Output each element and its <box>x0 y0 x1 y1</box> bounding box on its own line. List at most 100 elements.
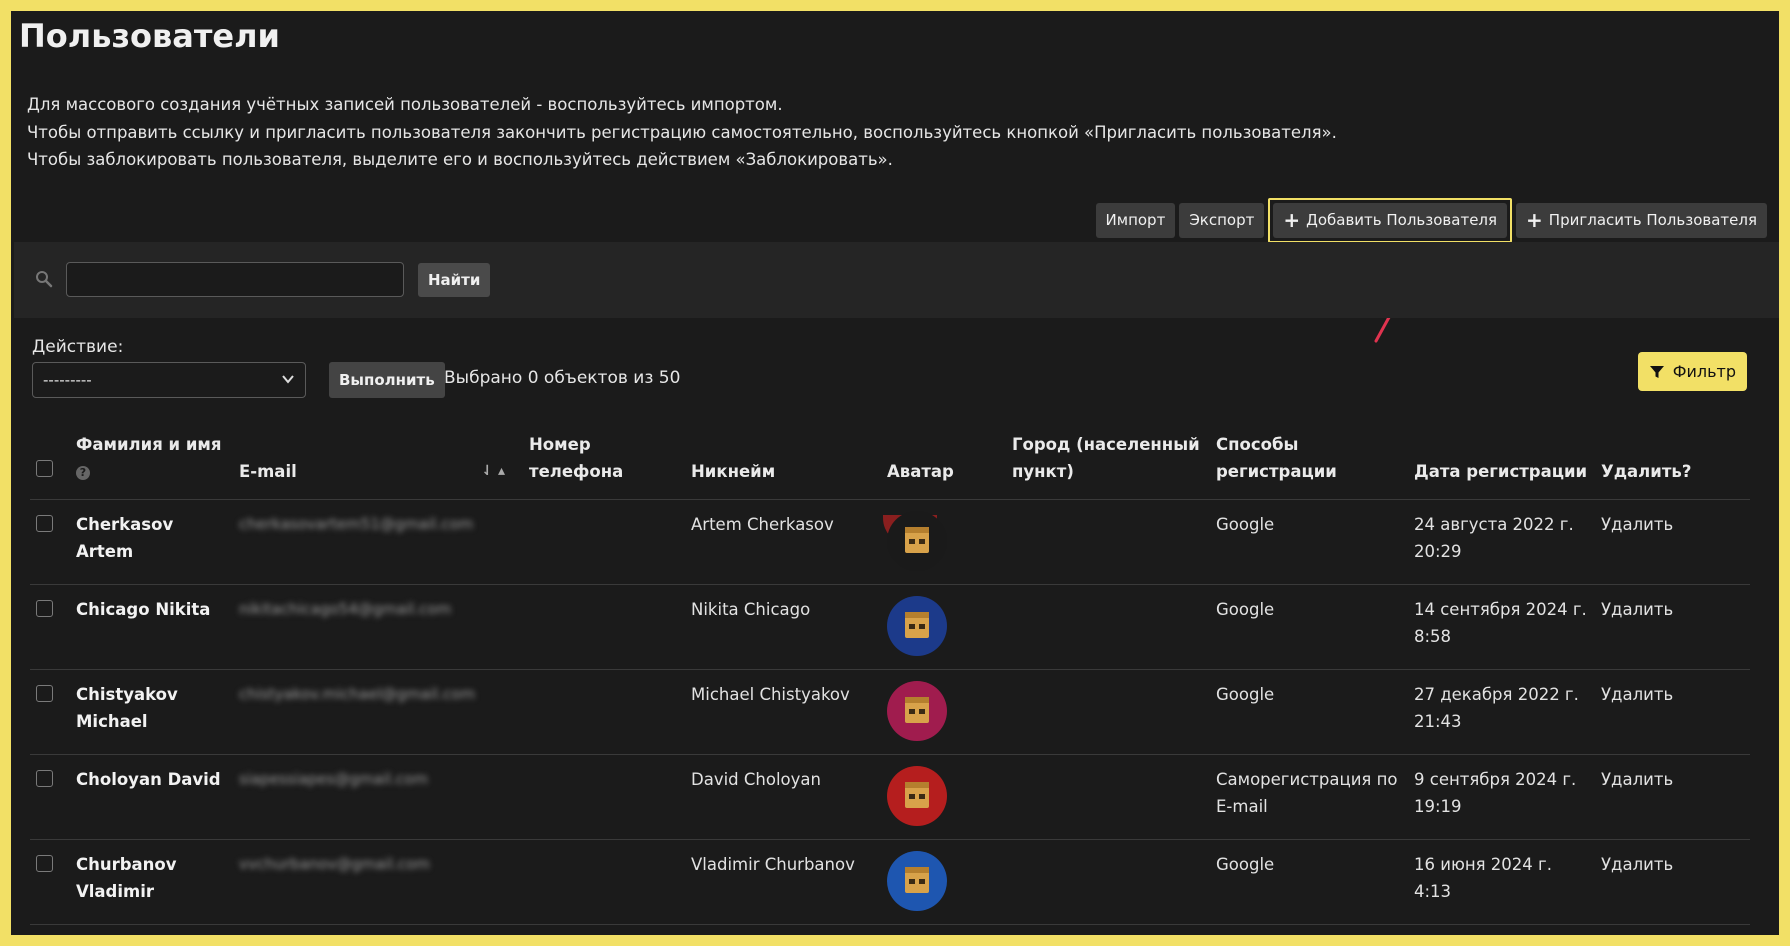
user-registration-method: Google <box>1210 499 1408 585</box>
help-text: Для массового создания учётных записей п… <box>27 91 1337 174</box>
user-city <box>1006 499 1210 585</box>
add-user-label: Добавить Пользователя <box>1306 211 1498 229</box>
user-nickname: David Choloyan <box>685 754 881 840</box>
user-phone <box>523 499 685 585</box>
table-row[interactable]: Churbanov Vladimir vvchurbanov@gmail.com V… <box>30 839 1750 925</box>
invite-user-label: Пригласить Пользователя <box>1548 211 1757 229</box>
help-line-block: Чтобы заблокировать пользователя, выдели… <box>27 150 893 169</box>
row-checkbox[interactable] <box>36 685 53 702</box>
avatar <box>887 511 947 571</box>
row-checkbox[interactable] <box>36 515 53 532</box>
export-button[interactable]: Экспорт <box>1179 203 1265 238</box>
user-nickname: Michael Chistyakov <box>685 669 881 755</box>
user-registration-method: Саморегистрация по E-mail <box>1210 754 1408 840</box>
user-registration-date: 24 августа 2022 г. 20:29 <box>1408 499 1595 585</box>
admin-frame: Пользователи Для массового создания учёт… <box>11 11 1779 935</box>
avatar <box>887 681 947 741</box>
column-header-email[interactable]: E-mail ⇃ ▴ <box>233 431 523 500</box>
user-phone <box>523 839 685 925</box>
select-all-checkbox[interactable] <box>36 460 53 477</box>
row-checkbox[interactable] <box>36 600 53 617</box>
user-email: nikitachicago54@gmail.com <box>233 584 523 670</box>
user-registration-date: 27 декабря 2022 г. 21:43 <box>1408 669 1595 755</box>
column-header-city[interactable]: Город (населенный пункт) <box>1006 431 1210 500</box>
sort-icon[interactable]: ⇃ ▴ <box>481 458 505 485</box>
column-header-avatar[interactable]: Аватар <box>881 431 1006 500</box>
user-name-link[interactable]: Chicago Nikita <box>70 584 233 670</box>
action-select-value: --------- <box>43 371 92 389</box>
user-registration-date: 9 сентября 2024 г. 19:19 <box>1408 754 1595 840</box>
chevron-down-icon <box>282 375 294 384</box>
user-nickname: Vladimir Churbanov <box>685 839 881 925</box>
user-registration-date: 16 июня 2024 г. 4:13 <box>1408 839 1595 925</box>
avatar <box>887 851 947 911</box>
user-email: chistyakov.michael@gmail.com <box>233 669 523 755</box>
row-select-cell <box>30 754 70 840</box>
search-input[interactable] <box>66 262 404 297</box>
avatar <box>887 596 947 656</box>
invite-user-button[interactable]: + Пригласить Пользователя <box>1516 203 1767 238</box>
delete-link[interactable]: Удалить <box>1595 669 1750 755</box>
delete-link[interactable]: Удалить <box>1595 839 1750 925</box>
select-all-cell <box>30 431 70 500</box>
user-name-link[interactable]: Chistyakov Michael <box>70 669 233 755</box>
search-bar: Найти <box>14 242 1779 318</box>
row-checkbox[interactable] <box>36 855 53 872</box>
column-header-registration-date[interactable]: Дата регистрации <box>1408 431 1595 500</box>
page-title: Пользователи <box>19 17 280 55</box>
user-phone <box>523 754 685 840</box>
table-header-row: Фамилия и имя ? E-mail ⇃ ▴ Номер телефон… <box>30 431 1750 500</box>
user-name-link[interactable]: Choloyan David <box>70 754 233 840</box>
filter-icon <box>1649 365 1664 378</box>
plus-icon: + <box>1526 208 1543 232</box>
user-name-link[interactable]: Cherkasov Artem <box>70 499 233 585</box>
table-row[interactable]: Chistyakov Michael chistyakov.michael@gma… <box>30 669 1750 755</box>
action-label: Действие: <box>32 337 124 357</box>
user-nickname: Nikita Chicago <box>685 584 881 670</box>
column-header-nickname[interactable]: Никнейм <box>685 431 881 500</box>
user-email: cherkasovartem51@gmail.com <box>233 499 523 585</box>
user-name-link[interactable]: Churbanov Vladimir <box>70 839 233 925</box>
run-action-button[interactable]: Выполнить <box>329 362 445 398</box>
users-table: Фамилия и имя ? E-mail ⇃ ▴ Номер телефон… <box>30 431 1750 925</box>
user-registration-date: 14 сентября 2024 г. 8:58 <box>1408 584 1595 670</box>
search-button[interactable]: Найти <box>418 263 491 297</box>
user-registration-method: Google <box>1210 839 1408 925</box>
table-row[interactable]: Chicago Nikita nikitachicago54@gmail.com N… <box>30 584 1750 670</box>
avatar <box>887 766 947 826</box>
user-city <box>1006 839 1210 925</box>
delete-link[interactable]: Удалить <box>1595 754 1750 840</box>
user-email: vvchurbanov@gmail.com <box>233 839 523 925</box>
import-button[interactable]: Импорт <box>1095 203 1176 238</box>
table-row[interactable]: Choloyan David siapessiapes@gmail.com Davi… <box>30 754 1750 840</box>
user-phone <box>523 584 685 670</box>
help-line-import: Для массового создания учётных записей п… <box>27 95 783 114</box>
help-icon[interactable]: ? <box>76 465 90 480</box>
avatar-cell <box>881 754 1006 840</box>
table-row[interactable]: Cherkasov Artem cherkasovartem51@gmail.co… <box>30 499 1750 585</box>
column-header-registration-methods[interactable]: Способы регистрации <box>1210 431 1408 500</box>
user-city <box>1006 669 1210 755</box>
row-select-cell <box>30 499 70 585</box>
filter-button[interactable]: Фильтр <box>1637 352 1747 391</box>
selection-count: Выбрано 0 объектов из 50 <box>444 368 681 388</box>
avatar-cell <box>881 584 1006 670</box>
user-registration-method: Google <box>1210 584 1408 670</box>
filter-label: Фильтр <box>1672 362 1736 381</box>
row-select-cell <box>30 669 70 755</box>
avatar-cell <box>881 499 1006 585</box>
add-user-button[interactable]: + Добавить Пользователя <box>1273 203 1508 238</box>
column-header-name[interactable]: Фамилия и имя ? <box>70 431 233 500</box>
user-city <box>1006 754 1210 840</box>
help-line-invite: Чтобы отправить ссылку и пригласить поль… <box>27 122 1337 142</box>
row-select-cell <box>30 584 70 670</box>
delete-link[interactable]: Удалить <box>1595 499 1750 585</box>
action-select[interactable]: --------- <box>32 362 306 398</box>
avatar-cell <box>881 669 1006 755</box>
row-checkbox[interactable] <box>36 770 53 787</box>
user-city <box>1006 584 1210 670</box>
user-email: siapessiapes@gmail.com <box>233 754 523 840</box>
user-registration-method: Google <box>1210 669 1408 755</box>
delete-link[interactable]: Удалить <box>1595 584 1750 670</box>
column-header-phone[interactable]: Номер телефона <box>523 431 685 500</box>
